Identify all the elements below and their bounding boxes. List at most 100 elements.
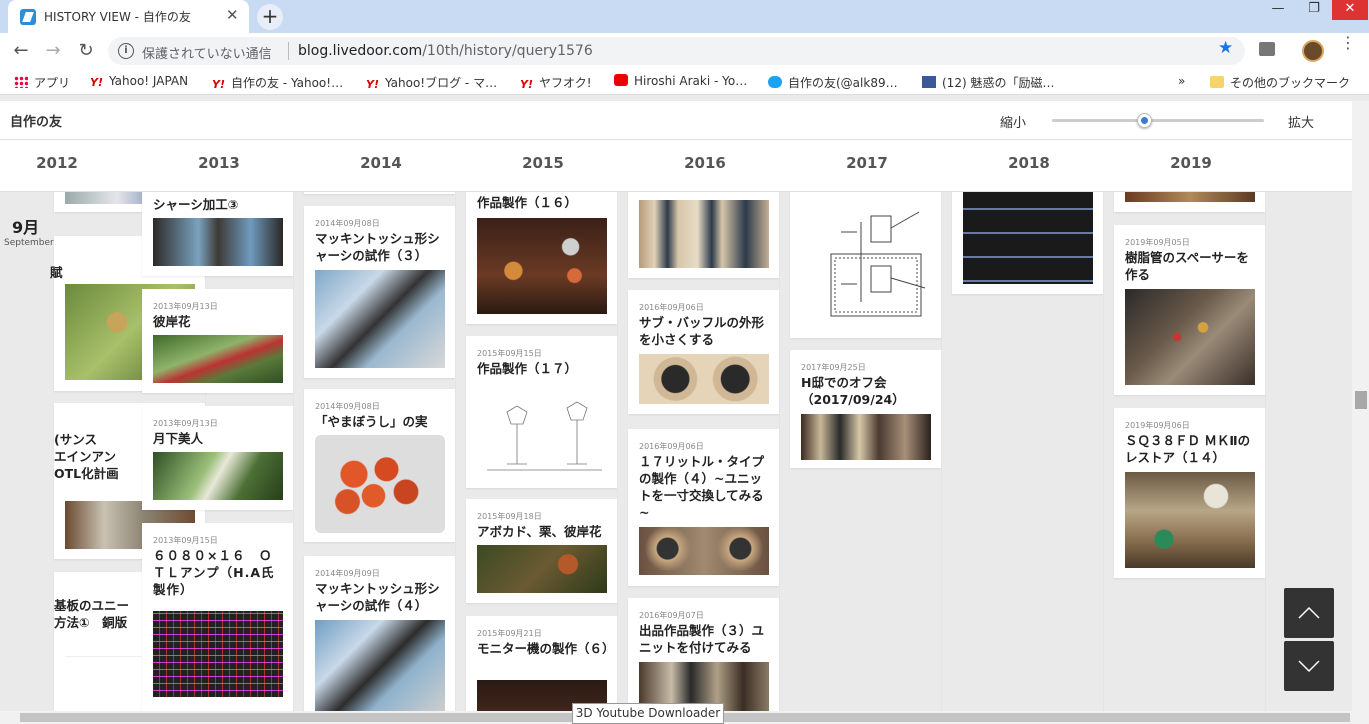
vertical-scrollbar-thumb[interactable] — [1355, 391, 1367, 409]
post-title[interactable]: 「やまぼうし」の実 — [315, 413, 447, 430]
post-title[interactable]: 出品作品製作（３）ユニットを付けてみる — [639, 622, 771, 656]
post-thumbnail[interactable] — [477, 545, 607, 593]
post-thumbnail[interactable] — [639, 354, 769, 404]
bookmark-twitter[interactable]: 自作の友(@alk89… — [768, 74, 898, 91]
year-2018[interactable]: 2018 — [979, 154, 1079, 172]
bookmark-overflow[interactable]: » — [1178, 74, 1185, 88]
post-card[interactable]: 2019年09月06日 ＳＱ３８ＦＤ ＭＫⅡのレストア（１４） — [1114, 408, 1265, 578]
forward-icon[interactable]: → — [41, 39, 65, 63]
avatar[interactable] — [1302, 40, 1324, 62]
star-icon[interactable]: ★ — [1218, 38, 1233, 58]
scroll-down-button[interactable] — [1284, 641, 1334, 691]
bookmark-yahoo-blog[interactable]: Y! Yahoo!ブログ - マ… — [366, 74, 497, 91]
year-2014[interactable]: 2014 — [331, 154, 431, 172]
post-thumbnail[interactable] — [315, 620, 445, 711]
post-title[interactable]: １７リットル・タイプの製作（４）~ユニットを一寸交換してみる~ — [639, 453, 771, 521]
post-card[interactable]: シャーシ加工③ — [142, 192, 293, 276]
year-2016[interactable]: 2016 — [655, 154, 755, 172]
year-2019[interactable]: 2019 — [1141, 154, 1241, 172]
post-card[interactable]: 2013年09月13日 彼岸花 — [142, 289, 293, 393]
post-card[interactable]: 2015年09月15日 作品製作（１７） — [466, 336, 617, 488]
post-title[interactable]: 樹脂管のスペーサーを作る — [1125, 249, 1257, 283]
year-2015[interactable]: 2015 — [493, 154, 593, 172]
post-title[interactable]: モニター機の製作（６） — [477, 640, 615, 657]
post-card[interactable]: 2013年09月13日 月下美人 — [142, 406, 293, 510]
post-thumbnail[interactable] — [639, 527, 769, 575]
post-title[interactable]: 月下美人 — [153, 430, 285, 447]
post-title[interactable]: 彼岸花 — [153, 313, 285, 330]
post-thumbnail[interactable] — [639, 200, 769, 268]
post-card[interactable] — [304, 192, 455, 194]
extension-icon[interactable] — [1259, 42, 1275, 56]
post-card[interactable]: 2014年09月08日 「やまぼうし」の実 — [304, 389, 455, 542]
bookmark-apps[interactable]: アプリ — [14, 74, 70, 91]
post-card[interactable]: 2017年09月25日 H邸でのオフ会（2017/09/24） — [790, 350, 941, 468]
browser-tab[interactable]: HISTORY VIEW - 自作の友 ✕ — [8, 0, 249, 33]
post-thumbnail[interactable] — [1125, 289, 1255, 385]
minimize-button[interactable]: — — [1260, 0, 1296, 20]
post-card[interactable] — [1114, 192, 1265, 212]
post-thumbnail[interactable] — [477, 382, 607, 478]
post-thumbnail[interactable] — [153, 335, 283, 383]
post-card[interactable]: 2013年09月15日 ６０８０×１６ ＯＴＬアンプ（H.A氏製作） — [142, 523, 293, 711]
post-title[interactable]: 作品製作（１６） — [477, 194, 609, 211]
post-title[interactable]: アボカド、栗、彼岸花 — [477, 523, 609, 540]
post-thumbnail[interactable] — [801, 192, 931, 324]
post-thumbnail[interactable] — [315, 270, 445, 368]
zoom-slider[interactable] — [1052, 113, 1264, 128]
info-icon[interactable]: i — [118, 43, 134, 59]
post-card[interactable]: 作品製作（１６） — [466, 192, 617, 324]
zoom-in-label[interactable]: 拡大 — [1288, 112, 1314, 131]
zoom-out-label[interactable]: 縮小 — [1000, 112, 1026, 131]
post-card[interactable]: 2016年09月07日 出品作品製作（３）ユニットを付けてみる — [628, 598, 779, 711]
bookmark-jisaku-yahoo[interactable]: Y! 自作の友 - Yahoo!… — [212, 74, 343, 91]
post-card[interactable]: 2019年09月05日 樹脂管のスペーサーを作る — [1114, 225, 1265, 395]
bookmark-other[interactable]: その他のブックマーク — [1210, 74, 1350, 91]
post-thumbnail[interactable] — [801, 414, 931, 460]
bookmark-facebook[interactable]: (12) 魅惑の「励磁… — [922, 74, 1054, 91]
post-thumbnail[interactable] — [477, 218, 607, 314]
url-text[interactable]: blog.livedoor.com/10th/history/query1576 — [298, 43, 593, 59]
post-card[interactable]: 2016年09月06日 １７リットル・タイプの製作（４）~ユニットを一寸交換して… — [628, 429, 779, 586]
post-title[interactable]: 作品製作（１７） — [477, 360, 609, 377]
zoom-slider-knob[interactable] — [1137, 113, 1152, 128]
close-window-button[interactable]: ✕ — [1332, 0, 1368, 20]
post-thumbnail[interactable] — [1125, 472, 1255, 568]
bookmark-yahoo-japan[interactable]: Y! Yahoo! JAPAN — [90, 74, 188, 89]
year-2013[interactable]: 2013 — [169, 154, 269, 172]
post-title[interactable]: H邸でのオフ会（2017/09/24） — [801, 374, 933, 408]
bookmark-yahuoku[interactable]: Y! ヤフオク! — [520, 74, 592, 91]
post-card[interactable]: 2014年09月09日 マッキントッシュ形シャーシの試作（４） — [304, 556, 455, 711]
post-card[interactable]: 2015年09月18日 アボカド、栗、彼岸花 — [466, 499, 617, 603]
maximize-button[interactable]: ❐ — [1296, 0, 1332, 20]
menu-icon[interactable]: ⋮ — [1340, 35, 1356, 51]
post-card[interactable]: 2016年09月06日 サブ・バッフルの外形を小さくする — [628, 290, 779, 414]
post-thumbnail[interactable] — [153, 452, 283, 500]
post-title[interactable]: ６０８０×１６ ＯＴＬアンプ（H.A氏製作） — [153, 547, 285, 598]
post-card[interactable] — [790, 192, 941, 338]
site-title[interactable]: 自作の友 — [10, 111, 62, 130]
close-tab-icon[interactable]: ✕ — [226, 6, 239, 24]
post-card[interactable]: 2014年09月08日 マッキントッシュ形シャーシの試作（３） — [304, 206, 455, 378]
post-title[interactable]: サブ・バッフルの外形を小さくする — [639, 314, 771, 348]
post-thumbnail[interactable] — [315, 435, 445, 533]
post-card[interactable] — [952, 192, 1103, 294]
post-card[interactable]: 2015年09月21日 モニター機の製作（６） — [466, 616, 617, 711]
post-title[interactable]: シャーシ加工③ — [153, 196, 285, 213]
post-thumbnail[interactable] — [153, 611, 283, 697]
post-thumbnail[interactable] — [963, 192, 1093, 284]
year-2017[interactable]: 2017 — [817, 154, 917, 172]
bookmark-youtube[interactable]: Hiroshi Araki - Yo… — [614, 74, 747, 88]
new-tab-button[interactable]: + — [257, 4, 283, 30]
scroll-up-button[interactable] — [1284, 588, 1334, 638]
reload-icon[interactable]: ↻ — [74, 39, 98, 63]
address-bar[interactable]: i 保護されていない通信 blog.livedoor.com/10th/hist… — [108, 37, 1245, 65]
post-card[interactable] — [628, 192, 779, 278]
post-title[interactable]: ＳＱ３８ＦＤ ＭＫⅡのレストア（１４） — [1125, 432, 1257, 466]
post-thumbnail[interactable] — [153, 218, 283, 266]
year-2012[interactable]: 2012 — [7, 154, 107, 172]
vertical-scrollbar[interactable] — [1352, 101, 1369, 711]
post-title[interactable]: マッキントッシュ形シャーシの試作（４） — [315, 580, 447, 614]
post-title[interactable]: マッキントッシュ形シャーシの試作（３） — [315, 230, 447, 264]
back-icon[interactable]: ← — [9, 39, 33, 63]
